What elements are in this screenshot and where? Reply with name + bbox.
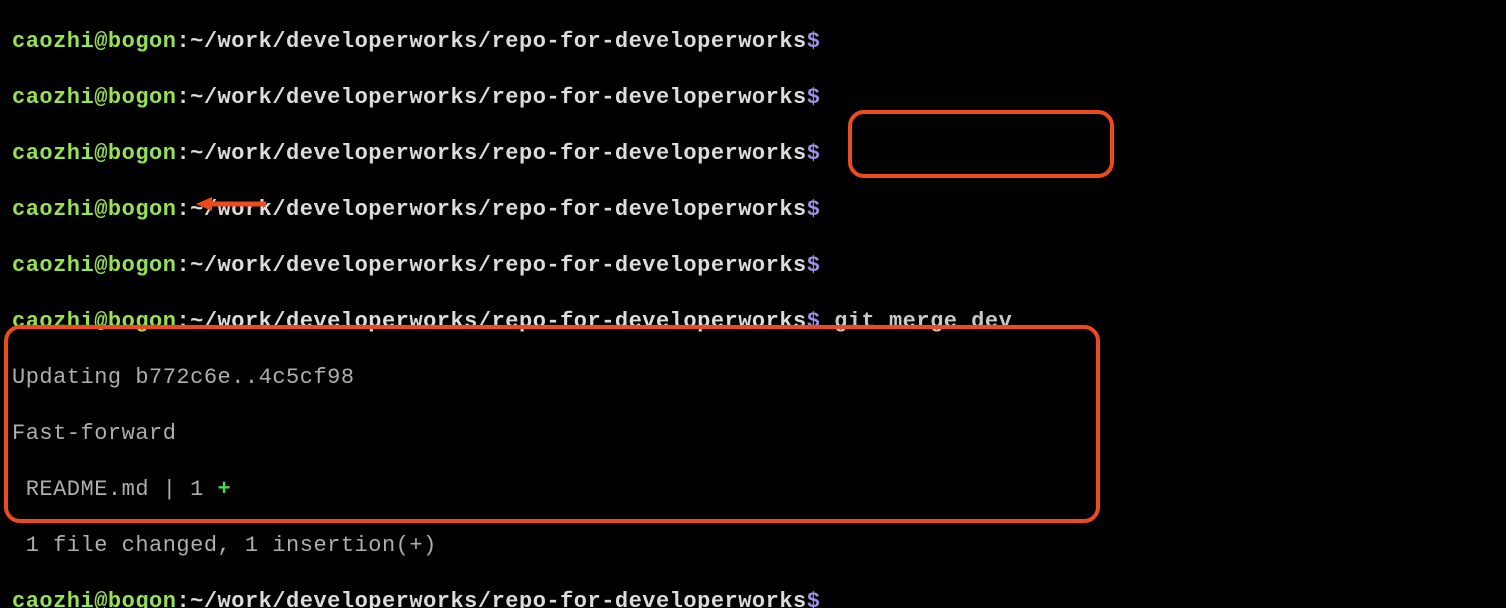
colon: : — [176, 589, 190, 608]
colon: : — [176, 197, 190, 222]
prompt-line-merge[interactable]: caozhi@bogon:~/work/developerworks/repo-… — [12, 308, 1494, 336]
merge-summary: 1 file changed, 1 insertion(+) — [12, 532, 1494, 560]
prompt-line[interactable]: caozhi@bogon:~/work/developerworks/repo-… — [12, 196, 1494, 224]
user-host: caozhi@bogon — [12, 253, 176, 278]
dollar-sign: $ — [807, 253, 821, 278]
prompt-line[interactable]: caozhi@bogon:~/work/developerworks/repo-… — [12, 588, 1494, 608]
prompt-line[interactable]: caozhi@bogon:~/work/developerworks/repo-… — [12, 28, 1494, 56]
dollar-sign: $ — [807, 309, 821, 334]
user-host: caozhi@bogon — [12, 141, 176, 166]
user-host: caozhi@bogon — [12, 85, 176, 110]
user-host: caozhi@bogon — [12, 29, 176, 54]
user-host: caozhi@bogon — [12, 309, 176, 334]
cwd-path: ~/work/developerworks/repo-for-developer… — [190, 589, 807, 608]
cwd-path: ~/work/developerworks/repo-for-developer… — [190, 141, 807, 166]
cwd-path: ~/work/developerworks/repo-for-developer… — [190, 253, 807, 278]
merge-updating: Updating b772c6e..4c5cf98 — [12, 364, 1494, 392]
cwd-path: ~/work/developerworks/repo-for-developer… — [190, 197, 807, 222]
cwd-path: ~/work/developerworks/repo-for-developer… — [190, 29, 807, 54]
prompt-line[interactable]: caozhi@bogon:~/work/developerworks/repo-… — [12, 140, 1494, 168]
dollar-sign: $ — [807, 85, 821, 110]
plus-icon: + — [218, 477, 232, 502]
dollar-sign: $ — [807, 197, 821, 222]
dollar-sign: $ — [807, 141, 821, 166]
merge-file-line: README.md | 1 + — [12, 476, 1494, 504]
colon: : — [176, 141, 190, 166]
user-host: caozhi@bogon — [12, 589, 176, 608]
dollar-sign: $ — [807, 29, 821, 54]
colon: : — [176, 29, 190, 54]
cwd-path: ~/work/developerworks/repo-for-developer… — [190, 85, 807, 110]
command-merge: git merge dev — [834, 309, 1012, 334]
colon: : — [176, 253, 190, 278]
user-host: caozhi@bogon — [12, 197, 176, 222]
colon: : — [176, 309, 190, 334]
terminal[interactable]: caozhi@bogon:~/work/developerworks/repo-… — [0, 0, 1506, 608]
cwd-path: ~/work/developerworks/repo-for-developer… — [190, 309, 807, 334]
merge-file-prefix: README.md | 1 — [12, 477, 218, 502]
merge-fast-forward: Fast-forward — [12, 420, 1494, 448]
colon: : — [176, 85, 190, 110]
prompt-line[interactable]: caozhi@bogon:~/work/developerworks/repo-… — [12, 252, 1494, 280]
prompt-line[interactable]: caozhi@bogon:~/work/developerworks/repo-… — [12, 84, 1494, 112]
dollar-sign: $ — [807, 589, 821, 608]
